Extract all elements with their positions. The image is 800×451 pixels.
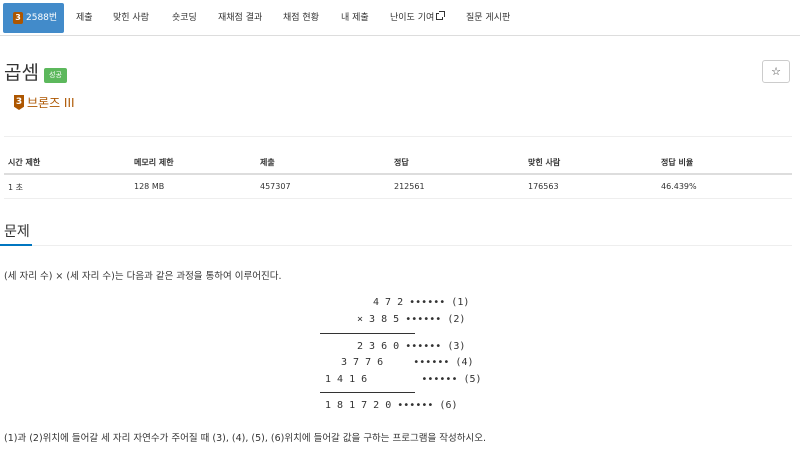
figure-row-1: 4 7 2 •••••• (1)	[373, 297, 469, 308]
figure-row-4: 3 7 7 6 •••••• (4)	[341, 357, 473, 368]
external-link-icon	[436, 11, 446, 20]
section-title-problem: 문제	[4, 224, 30, 240]
figure-row-2-label: (2)	[447, 314, 466, 325]
problem-menu-tabs: 3 2588번 제출 맞힌 사람 숏코딩 재채점 결과 채점 현황 내 제출 난…	[0, 0, 800, 36]
header-solved-users: 맞힌 사람	[528, 158, 561, 167]
success-badge: 성공	[44, 68, 67, 83]
figure-row-5-marker: ••••••	[421, 374, 458, 385]
table-header-divider	[4, 173, 792, 175]
divider	[4, 136, 792, 137]
figure-row-4-label: (4)	[455, 357, 474, 368]
figure-row-2-marker: ••••••	[405, 314, 442, 325]
time-limit-value: 1 초	[8, 183, 23, 192]
figure-row-1-marker: ••••••	[409, 297, 446, 308]
table-bottom-divider	[4, 198, 792, 199]
section-accent-line	[0, 244, 32, 246]
tab-problem-label: 2588번	[26, 13, 58, 23]
figure-row-5-digits: 1 4 1 6	[325, 374, 368, 385]
tab-problem[interactable]: 3 2588번	[3, 3, 64, 33]
submissions-value: 457307	[260, 182, 291, 191]
tier-label[interactable]: 브론즈 III	[27, 95, 75, 111]
tab-rejudge-results[interactable]: 재채점 결과	[218, 4, 262, 32]
tab-question-board[interactable]: 질문 게시판	[466, 4, 510, 32]
figure-row-4-digits: 3 7 7 6	[341, 357, 384, 368]
tab-judge-status[interactable]: 채점 현황	[283, 4, 319, 32]
figure-row-6: 1 8 1 7 2 0 •••••• (6)	[325, 400, 457, 411]
tab-difficulty-contribution[interactable]: 난이도 기여	[390, 4, 446, 32]
tab-my-submissions[interactable]: 내 제출	[341, 4, 369, 32]
section-divider	[32, 245, 792, 246]
tab-solved-users[interactable]: 맞힌 사람	[113, 4, 149, 32]
figure-row-6-label: (6)	[439, 400, 458, 411]
problem-description: (세 자리 수) × (세 자리 수)는 다음과 같은 과정을 통하여 이루어진…	[4, 271, 282, 282]
accept-rate-value: 46.439%	[661, 182, 697, 191]
figure-row-5-label: (5)	[463, 374, 482, 385]
figure-row-4-marker: ••••••	[413, 357, 450, 368]
figure-row-6-digits: 1 8 1 7 2 0	[325, 400, 392, 411]
figure-row-2-digits: × 3 8 5	[357, 314, 400, 325]
star-button[interactable]: ☆	[762, 60, 790, 83]
figure-row-1-label: (1)	[451, 297, 470, 308]
figure-row-3-digits: 2 3 6 0	[357, 341, 400, 352]
figure-rule-1	[320, 333, 415, 334]
problem-title: 곱셈	[4, 62, 39, 84]
figure-row-2: × 3 8 5 •••••• (2)	[357, 314, 465, 325]
tab-submit[interactable]: 제출	[76, 4, 93, 32]
figure-row-3: 2 3 6 0 •••••• (3)	[357, 341, 465, 352]
tab-short-coding[interactable]: 숏코딩	[172, 4, 197, 32]
header-submissions: 제출	[260, 158, 275, 167]
memory-limit-value: 128 MB	[134, 182, 165, 191]
figure-rule-2	[320, 392, 415, 393]
bronze-tier-icon: 3	[14, 95, 24, 110]
problem-description-task: (1)과 (2)위치에 들어갈 세 자리 자연수가 주어질 때 (3), (4)…	[4, 433, 486, 444]
solved-users-value: 176563	[528, 182, 559, 191]
accepted-value: 212561	[394, 182, 425, 191]
figure-row-5: 1 4 1 6 •••••• (5)	[325, 374, 482, 385]
header-memory-limit: 메모리 제한	[134, 158, 174, 167]
figure-row-3-label: (3)	[447, 341, 466, 352]
header-accepted: 정답	[394, 158, 409, 167]
header-accept-rate: 정답 비율	[661, 158, 694, 167]
figure-row-1-digits: 4 7 2	[373, 297, 404, 308]
figure-row-6-marker: ••••••	[397, 400, 434, 411]
tier-badge-icon: 3	[13, 12, 23, 24]
figure-row-3-marker: ••••••	[405, 341, 442, 352]
tab-difficulty-label: 난이도 기여	[390, 13, 435, 23]
header-time-limit: 시간 제한	[8, 158, 41, 167]
